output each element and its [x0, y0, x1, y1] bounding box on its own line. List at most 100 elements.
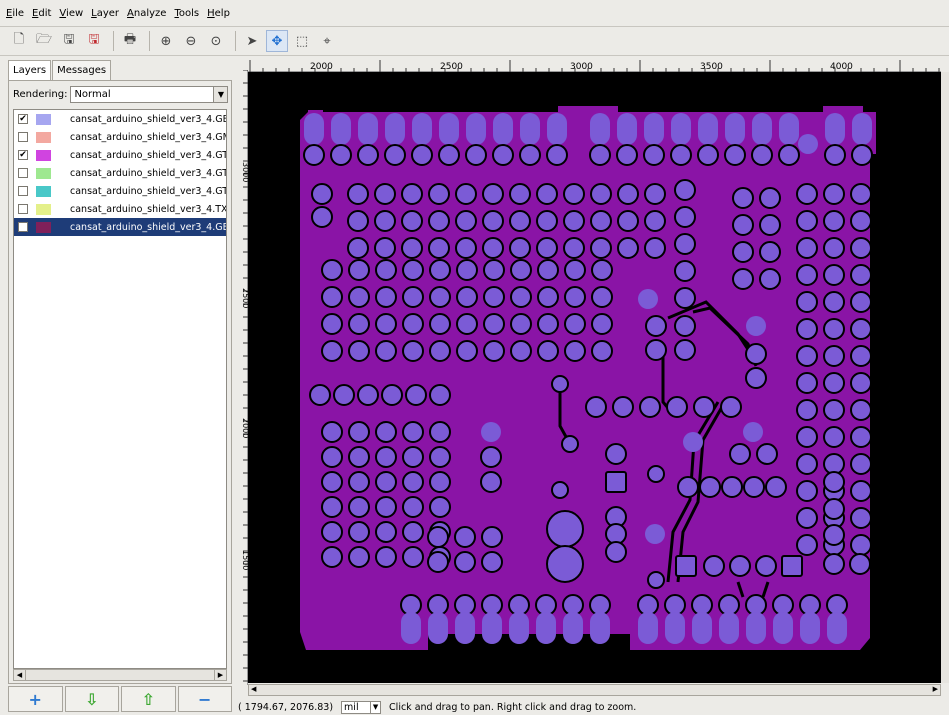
layer-color-swatch[interactable] — [36, 131, 51, 143]
pad — [699, 476, 721, 498]
layer-color-swatch[interactable] — [36, 113, 51, 125]
oval-pad — [412, 113, 432, 145]
pad — [850, 264, 872, 286]
tab-layers[interactable]: Layers — [8, 60, 52, 80]
add-layer-button[interactable]: + — [8, 686, 63, 712]
remove-layer-button[interactable]: − — [177, 686, 232, 712]
gerber-canvas[interactable] — [248, 72, 941, 683]
layer-color-swatch[interactable] — [36, 185, 51, 197]
oval-pad — [590, 113, 610, 145]
scroll-left-icon[interactable]: ◀ — [14, 670, 26, 680]
oval-pad — [520, 113, 540, 145]
move-layer-down-button[interactable]: ⇩ — [64, 686, 119, 712]
pointer-icon[interactable]: ➤ — [241, 30, 263, 52]
zoom-out-icon[interactable]: ⊖ — [180, 30, 202, 52]
layer-color-swatch[interactable] — [36, 149, 51, 161]
layer-list-hscrollbar[interactable]: ◀ ▶ — [13, 669, 227, 681]
pad — [674, 206, 696, 228]
menu-item[interactable]: View — [59, 8, 83, 19]
zoom-in-icon[interactable]: ⊕ — [155, 30, 177, 52]
menu-item[interactable]: Tools — [174, 8, 199, 19]
pad — [321, 446, 343, 468]
oval-pad — [509, 612, 529, 644]
oval-pad — [547, 113, 567, 145]
layer-visibility-checkbox[interactable] — [18, 168, 28, 178]
scroll-right-icon[interactable]: ▶ — [214, 670, 226, 680]
pad — [330, 144, 352, 166]
layer-visibility-checkbox[interactable] — [18, 132, 28, 142]
layer-color-swatch[interactable] — [36, 203, 51, 215]
layer-visibility-checkbox[interactable] — [18, 222, 28, 232]
tab-messages[interactable]: Messages — [52, 60, 112, 80]
zoom-fit-icon[interactable]: ⊙ — [205, 30, 227, 52]
new-file-icon[interactable]: 🗋 — [8, 30, 30, 52]
pad — [374, 237, 396, 259]
rendering-value: Normal — [74, 89, 111, 100]
oval-pad — [671, 113, 691, 145]
pan-icon[interactable]: ✥ — [266, 30, 288, 52]
rendering-select[interactable]: Normal ▼ — [70, 86, 229, 103]
pad — [348, 340, 370, 362]
scroll-right-icon[interactable]: ▶ — [933, 685, 938, 693]
pad — [823, 553, 845, 575]
pad — [402, 286, 424, 308]
pad — [759, 268, 781, 290]
layer-row[interactable]: cansat_arduino_shield_ver3_4.GML — [14, 128, 226, 146]
pad — [347, 183, 369, 205]
menu-item[interactable]: Edit — [32, 8, 51, 19]
unit-select[interactable]: mil ▼ — [341, 701, 382, 714]
pad — [482, 210, 504, 232]
print-icon[interactable]: 🖶 — [119, 30, 141, 52]
open-folder-icon[interactable]: 🗁 — [33, 30, 55, 52]
layer-name: cansat_arduino_shield_ver3_4.GTS — [70, 185, 226, 197]
zoom-region-icon[interactable]: ⬚ — [291, 30, 313, 52]
pad — [510, 286, 532, 308]
menu-item[interactable]: Eile — [6, 8, 24, 19]
chevron-down-icon[interactable]: ▼ — [370, 702, 380, 713]
pad — [375, 313, 397, 335]
pad — [537, 313, 559, 335]
pad — [617, 183, 639, 205]
menu-item[interactable]: Help — [207, 8, 230, 19]
pcb-board-view[interactable] — [248, 72, 941, 683]
layer-row[interactable]: cansat_arduino_shield_ver3_4.GTO — [14, 164, 226, 182]
layer-row[interactable]: cansat_arduino_shield_ver3_4.GBL — [14, 218, 226, 236]
layer-name: cansat_arduino_shield_ver3_4.GTO — [70, 167, 226, 179]
layer-visibility-checkbox[interactable]: ✔ — [18, 114, 28, 124]
pad — [402, 259, 424, 281]
pad — [591, 313, 613, 335]
layer-color-swatch[interactable] — [36, 221, 51, 233]
save-icon[interactable]: 🖫 — [83, 30, 105, 52]
scroll-left-icon[interactable]: ◀ — [251, 685, 256, 693]
measure-icon[interactable]: ⌖ — [316, 30, 338, 52]
layer-name: cansat_arduino_shield_ver3_4.GBS — [70, 113, 226, 125]
pad — [823, 345, 845, 367]
menu-item-label: ools — [178, 7, 200, 19]
chevron-down-icon[interactable]: ▼ — [213, 87, 228, 102]
layer-row[interactable]: cansat_arduino_shield_ver3_4.GTS — [14, 182, 226, 200]
revert-icon[interactable]: 🖫 — [58, 30, 80, 52]
layer-visibility-checkbox[interactable]: ✔ — [18, 150, 28, 160]
pad — [401, 210, 423, 232]
pad — [483, 340, 505, 362]
menu-item-label: ile — [12, 7, 25, 19]
pad — [850, 183, 872, 205]
pad — [321, 286, 343, 308]
pad — [456, 340, 478, 362]
menu-item[interactable]: Layer — [91, 8, 119, 19]
layer-visibility-checkbox[interactable] — [18, 204, 28, 214]
layer-row[interactable]: ✔ cansat_arduino_shield_ver3_4.GTL — [14, 146, 226, 164]
pad — [666, 396, 688, 418]
canvas-hscrollbar[interactable]: ◀ ▶ — [248, 684, 941, 696]
pad — [823, 291, 845, 313]
layer-color-swatch[interactable] — [36, 167, 51, 179]
menu-item[interactable]: Analyze — [127, 8, 166, 19]
layer-visibility-checkbox[interactable] — [18, 186, 28, 196]
layer-row[interactable]: ✔ cansat_arduino_shield_ver3_4.GBS — [14, 110, 226, 128]
move-layer-up-button[interactable]: ⇧ — [121, 686, 176, 712]
pad — [759, 214, 781, 236]
canvas-vscrollbar[interactable] — [941, 72, 949, 683]
pad — [564, 259, 586, 281]
layer-row[interactable]: cansat_arduino_shield_ver3_4.TXT — [14, 200, 226, 218]
pad — [823, 471, 845, 493]
